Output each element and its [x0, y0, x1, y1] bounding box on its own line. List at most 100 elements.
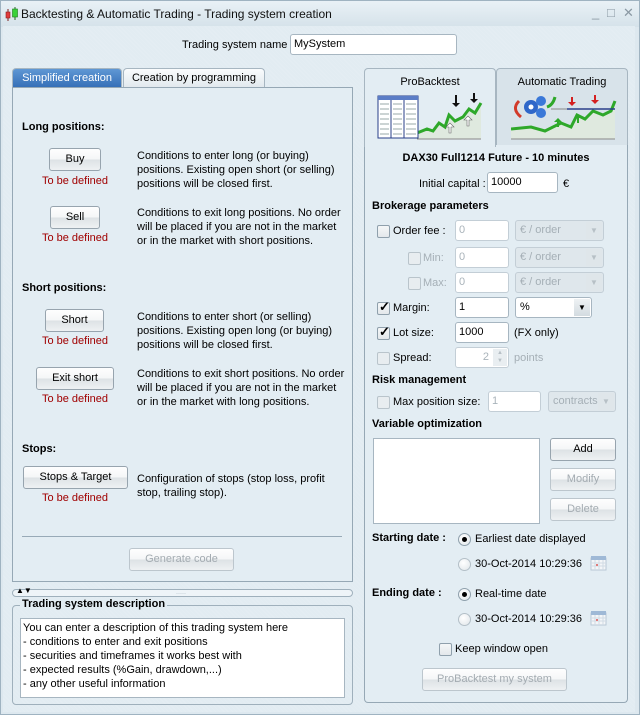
max-unit-value: € / order: [520, 276, 561, 288]
start-earliest-label: Earliest date displayed: [475, 533, 586, 545]
spread-label: Spread:: [393, 352, 432, 364]
min-unit-select[interactable]: € / order ▼: [515, 247, 604, 268]
currency-label: €: [563, 178, 570, 190]
starting-date-label: Starting date :: [372, 532, 446, 544]
start-custom-date-radio[interactable]: [458, 558, 471, 571]
exit-short-status: To be defined: [41, 393, 109, 405]
add-variable-button[interactable]: Add: [550, 438, 616, 461]
description-line: - conditions to enter and exit positions: [23, 636, 208, 648]
initial-capital-input[interactable]: 10000: [487, 172, 558, 193]
lot-size-label: Lot size:: [393, 327, 434, 339]
variable-optimization-title: Variable optimization: [372, 418, 483, 430]
collapse-arrows-icon[interactable]: ▲▼: [16, 586, 32, 595]
system-name-input[interactable]: MySystem: [290, 34, 457, 55]
calendar-icon[interactable]: [590, 610, 607, 626]
tab-simplified-creation[interactable]: Simplified creation: [12, 68, 122, 87]
margin-label: Margin:: [393, 302, 430, 314]
modify-variable-button[interactable]: Modify: [550, 468, 616, 491]
generate-code-button[interactable]: Generate code: [129, 548, 234, 571]
description-line: - any other useful information: [23, 678, 166, 690]
lot-size-note: (FX only): [514, 327, 559, 339]
description-line: - securities and timeframes it works bes…: [23, 650, 242, 662]
window-title: Backtesting & Automatic Trading - Tradin…: [21, 7, 332, 21]
order-fee-input[interactable]: 0: [455, 220, 509, 241]
order-fee-label: Order fee :: [393, 225, 446, 237]
initial-capital-label: Initial capital :: [419, 178, 486, 190]
max-position-input[interactable]: 1: [488, 391, 541, 412]
end-custom-date-label: 30-Oct-2014 10:29:36: [475, 613, 583, 625]
buy-button[interactable]: Buy: [49, 148, 101, 171]
order-fee-unit-select[interactable]: € / order ▼: [515, 220, 604, 241]
order-fee-checkbox[interactable]: [377, 225, 390, 238]
min-label: Min:: [423, 252, 444, 264]
spread-value: 2: [482, 351, 489, 363]
short-description: Conditions to enter short (or selling) p…: [137, 311, 333, 351]
margin-unit-value: %: [520, 301, 530, 313]
description-textarea[interactable]: You can enter a description of this trad…: [20, 618, 345, 698]
sell-description: Conditions to exit long positions. No or…: [137, 207, 341, 247]
tab-probacktest[interactable]: ProBacktest: [364, 68, 496, 147]
chevron-down-icon: ▼: [598, 393, 614, 410]
calendar-icon[interactable]: [590, 555, 607, 571]
tab-probacktest-label: ProBacktest: [400, 76, 460, 88]
end-realtime-label: Real-time date: [475, 588, 547, 600]
minimize-button[interactable]: _: [592, 5, 599, 20]
margin-checkbox[interactable]: ✓: [377, 299, 390, 315]
tab-automatic-trading[interactable]: Automatic Trading: [496, 68, 628, 146]
optimization-variables-list[interactable]: [373, 438, 540, 524]
sell-status: To be defined: [41, 232, 109, 244]
max-position-unit-select[interactable]: contracts ▼: [548, 391, 616, 412]
max-checkbox[interactable]: [408, 277, 421, 290]
spinner-arrows-icon[interactable]: ▲ ▼: [493, 349, 507, 366]
delete-variable-button[interactable]: Delete: [550, 498, 616, 521]
lot-size-checkbox[interactable]: ✓: [377, 324, 390, 340]
lot-size-input[interactable]: 1000: [455, 322, 509, 343]
start-earliest-radio[interactable]: [458, 533, 471, 546]
short-positions-title: Short positions:: [22, 282, 107, 294]
spread-checkbox[interactable]: [377, 352, 390, 365]
end-realtime-radio[interactable]: [458, 588, 471, 601]
max-position-checkbox[interactable]: [377, 396, 390, 409]
panel-splitter[interactable]: ▲▼ ·····: [12, 586, 353, 597]
auto-trading-chart-icon: [511, 95, 617, 140]
stops-title: Stops:: [22, 443, 57, 455]
buy-status: To be defined: [41, 175, 109, 187]
exit-short-button[interactable]: Exit short: [36, 367, 114, 390]
brokerage-title: Brokerage parameters: [372, 200, 489, 212]
maximize-button[interactable]: □: [607, 5, 615, 20]
max-input[interactable]: 0: [455, 272, 509, 293]
margin-input[interactable]: 1: [455, 297, 509, 318]
sell-button[interactable]: Sell: [50, 206, 100, 229]
description-line: - expected results (%Gain, drawdown,...): [23, 664, 222, 676]
probacktest-my-system-button[interactable]: ProBacktest my system: [422, 668, 567, 691]
grip-icon: ·····: [176, 591, 186, 597]
exit-short-description: Conditions to exit short positions. No o…: [137, 368, 345, 408]
stops-target-status: To be defined: [41, 492, 109, 504]
keep-window-open-checkbox[interactable]: [439, 643, 452, 656]
stops-target-button[interactable]: Stops & Target: [23, 466, 128, 489]
min-input[interactable]: 0: [455, 247, 509, 268]
spread-stepper[interactable]: 2 ▲ ▼: [455, 347, 509, 368]
tab-creation-by-programming[interactable]: Creation by programming: [123, 68, 265, 87]
close-button[interactable]: ✕: [623, 5, 634, 21]
max-unit-select[interactable]: € / order ▼: [515, 272, 604, 293]
max-label: Max:: [423, 277, 447, 289]
tab-automatic-trading-label: Automatic Trading: [517, 76, 607, 88]
description-line: You can enter a description of this trad…: [23, 622, 288, 634]
spread-unit: points: [514, 352, 544, 364]
long-positions-title: Long positions:: [22, 121, 105, 133]
candlestick-app-icon: [5, 7, 18, 21]
title-bar[interactable]: Backtesting & Automatic Trading - Tradin…: [1, 1, 639, 27]
margin-unit-select[interactable]: % ▼: [515, 297, 592, 318]
checkmark-icon: ✓: [379, 299, 390, 314]
max-position-label: Max position size:: [393, 396, 481, 408]
backtest-chart-icon: [377, 93, 483, 140]
end-custom-date-radio[interactable]: [458, 613, 471, 626]
min-checkbox[interactable]: [408, 252, 421, 265]
risk-management-title: Risk management: [372, 374, 467, 386]
short-button[interactable]: Short: [45, 309, 104, 332]
chevron-down-icon: ▼: [586, 222, 602, 239]
system-name-label: Trading system name: [182, 39, 288, 51]
max-position-unit-value: contracts: [553, 395, 598, 407]
short-status: To be defined: [41, 335, 109, 347]
